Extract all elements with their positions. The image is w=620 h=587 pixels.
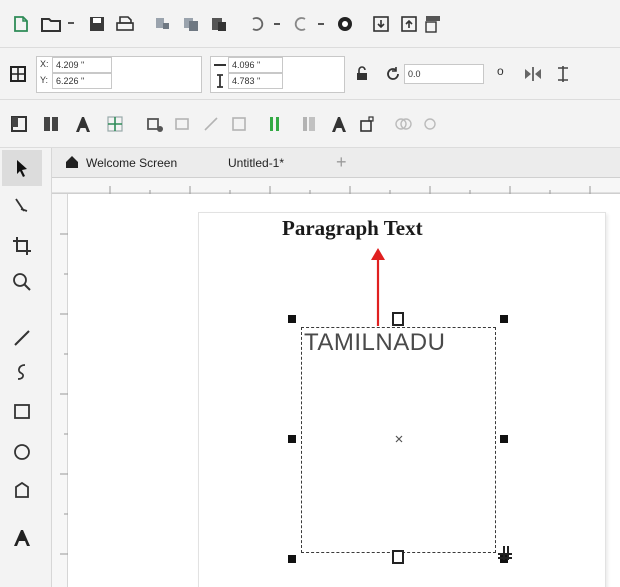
- import-icon[interactable]: [368, 12, 394, 36]
- crop-tool-icon[interactable]: [2, 228, 42, 264]
- paragraph-text-annotation: Paragraph Text: [282, 216, 423, 240]
- height-icon: [212, 74, 228, 88]
- search-content-icon[interactable]: [332, 12, 358, 36]
- annotation-arrow: [371, 248, 385, 326]
- x-position-input[interactable]: 4.209 ": [52, 57, 112, 73]
- new-document-icon[interactable]: [8, 12, 34, 36]
- cut-icon[interactable]: [150, 12, 176, 36]
- frame-icon[interactable]: [6, 111, 32, 137]
- property-bar: X: 4.209 " Y: 6.226 " 4.096 " 4.783 " 0.…: [0, 48, 620, 100]
- horizontal-ruler: [52, 178, 620, 194]
- link-icon[interactable]: [142, 111, 168, 137]
- tab-untitled-1[interactable]: Untitled-1*: [228, 156, 284, 170]
- trim-icon[interactable]: [418, 111, 444, 137]
- rotate-icon: [382, 63, 404, 85]
- mirror-vertical-icon[interactable]: [550, 62, 576, 86]
- handle-top-left[interactable]: [288, 315, 296, 323]
- y-label: Y:: [40, 75, 49, 85]
- text-toolbar: [0, 100, 620, 148]
- text-columns-icon[interactable]: [262, 111, 288, 137]
- rectangle-tool-icon[interactable]: [2, 394, 42, 430]
- drawing-canvas[interactable]: Paragraph Text TAMILNADU: [68, 194, 620, 587]
- object-origin-icon[interactable]: [6, 62, 30, 86]
- character-format-icon[interactable]: [326, 111, 352, 137]
- degree-symbol: o: [497, 64, 504, 78]
- handle-middle-right[interactable]: [500, 435, 508, 443]
- zoom-tool-icon[interactable]: [2, 264, 42, 300]
- document-tabs: Welcome Screen Untitled-1* +: [52, 148, 620, 178]
- text-tool-icon[interactable]: [2, 520, 42, 556]
- text-flow-tab-bottom[interactable]: [392, 550, 404, 564]
- columns-icon[interactable]: [38, 111, 64, 137]
- text-frame-icon[interactable]: [354, 111, 380, 137]
- app-window: X: 4.209 " Y: 6.226 " 4.096 " 4.783 " 0.…: [0, 0, 620, 587]
- width-input[interactable]: 4.096 ": [228, 57, 283, 73]
- publish-pdf-icon[interactable]: [422, 12, 444, 36]
- save-icon[interactable]: [84, 12, 110, 36]
- paste-icon[interactable]: [206, 12, 232, 36]
- handle-top-right[interactable]: [500, 315, 508, 323]
- pick-tool-icon[interactable]: [2, 150, 42, 186]
- undo-dropdown-icon[interactable]: [270, 12, 284, 36]
- vertical-ruler: [52, 194, 68, 587]
- add-tab-button[interactable]: +: [336, 152, 347, 173]
- text-flow-tab-top[interactable]: [392, 312, 404, 326]
- align-text-icon[interactable]: [102, 111, 128, 137]
- polygon-tool-icon[interactable]: [2, 472, 42, 508]
- drop-cap-icon[interactable]: [296, 111, 322, 137]
- contour-icon[interactable]: [226, 111, 252, 137]
- y-position-input[interactable]: 6.226 ": [52, 73, 112, 89]
- width-icon: [212, 58, 228, 72]
- open-folder-icon[interactable]: [38, 12, 64, 36]
- paragraph-text[interactable]: TAMILNADU: [304, 329, 445, 357]
- export-icon[interactable]: [396, 12, 422, 36]
- extrude-icon[interactable]: [198, 111, 224, 137]
- undo-icon[interactable]: [244, 12, 270, 36]
- toolbox: [0, 148, 52, 587]
- mirror-horizontal-icon[interactable]: [520, 62, 546, 86]
- redo-icon[interactable]: [288, 12, 314, 36]
- line-tool-icon[interactable]: [2, 320, 42, 356]
- copy-icon[interactable]: [178, 12, 204, 36]
- weld-icon[interactable]: [390, 111, 416, 137]
- text-style-icon[interactable]: [70, 111, 96, 137]
- ellipse-tool-icon[interactable]: [2, 434, 42, 470]
- envelope-icon[interactable]: [170, 111, 196, 137]
- redo-dropdown-icon[interactable]: [314, 12, 328, 36]
- tab-welcome-screen[interactable]: Welcome Screen: [86, 156, 177, 170]
- center-marker-icon: [395, 435, 403, 443]
- standard-toolbar: [0, 0, 620, 48]
- artistic-media-icon[interactable]: [2, 354, 42, 390]
- shape-tool-icon[interactable]: [2, 188, 42, 224]
- chevron-down-icon[interactable]: [64, 12, 78, 36]
- handle-bottom-left[interactable]: [288, 555, 296, 563]
- handle-middle-left[interactable]: [288, 435, 296, 443]
- x-label: X:: [40, 59, 49, 69]
- rotation-input[interactable]: 0.0: [404, 64, 484, 84]
- height-input[interactable]: 4.783 ": [228, 73, 283, 89]
- resize-frame-icon[interactable]: [494, 542, 516, 564]
- lock-ratio-icon[interactable]: [352, 64, 372, 84]
- print-icon[interactable]: [112, 12, 138, 36]
- home-icon: [64, 154, 80, 170]
